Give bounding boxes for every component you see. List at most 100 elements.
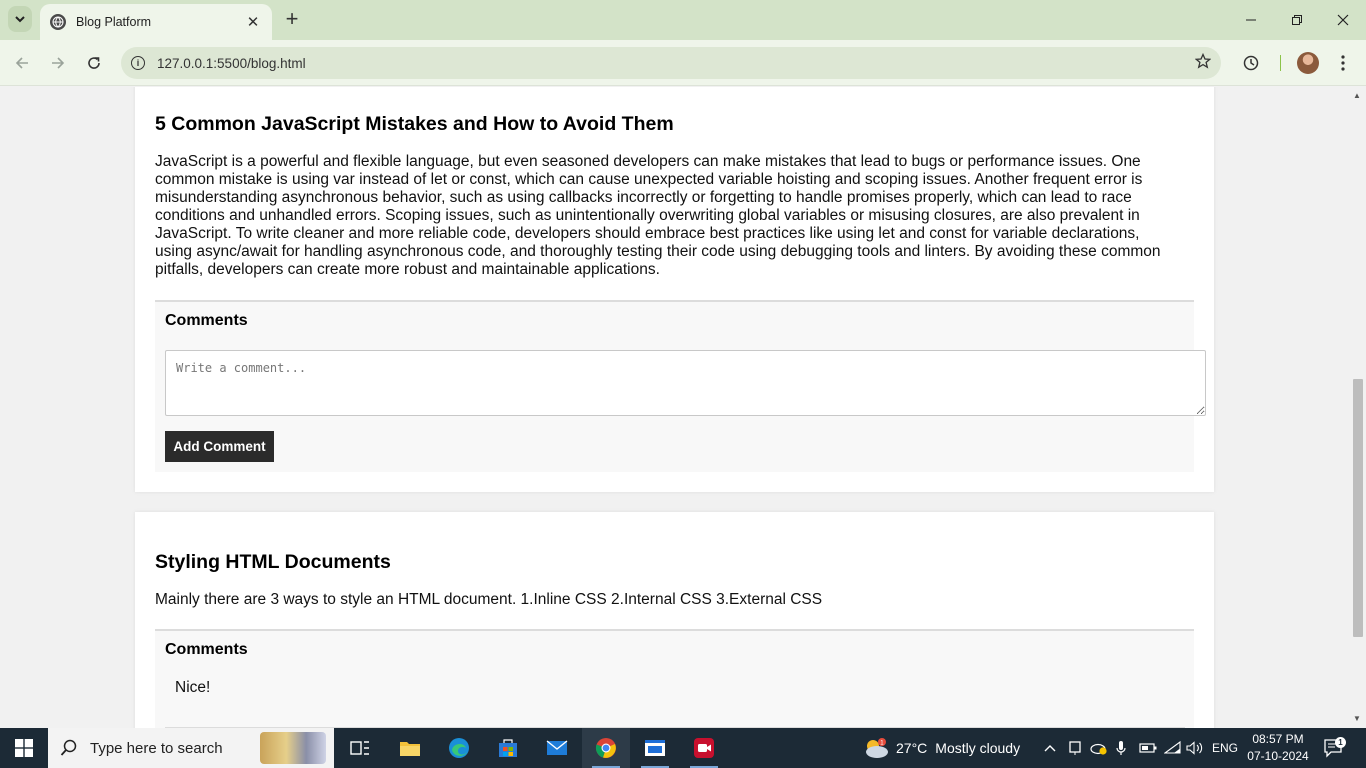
post-content-line: JavaScript is a powerful and flexible la… [155, 153, 1141, 170]
address-bar[interactable]: i 127.0.0.1:5500/blog.html [121, 47, 1221, 79]
post-content: JavaScript is a powerful and flexible la… [155, 153, 1195, 279]
start-button[interactable] [0, 728, 48, 768]
mail-button[interactable] [533, 728, 581, 768]
minimize-icon [1246, 19, 1256, 21]
post-content-line: using async/await for handling asynchron… [155, 243, 1161, 260]
more-vertical-icon [1341, 55, 1345, 71]
battery-icon [1139, 743, 1157, 753]
browser-toolbar: i 127.0.0.1:5500/blog.html [0, 40, 1366, 86]
taskbar-clock[interactable]: 08:57 PM 07-10-2024 [1244, 731, 1312, 765]
comments-heading: Comments [165, 312, 248, 329]
post-title: 5 Common JavaScript Mistakes and How to … [155, 113, 674, 135]
post-content-line: misunderstanding asynchronous behavior, … [155, 189, 1132, 206]
toolbar-divider [1280, 55, 1281, 71]
post-content-line: common mistake is using var instead of l… [155, 171, 1143, 188]
back-button[interactable] [10, 51, 34, 75]
arrow-right-icon [52, 57, 65, 69]
browser-menu-button[interactable] [1332, 52, 1354, 74]
store-icon [499, 739, 517, 757]
blog-post: 5 Common JavaScript Mistakes and How to … [135, 87, 1214, 492]
bookmark-star-icon[interactable] [1194, 52, 1212, 74]
wifi-icon [1164, 741, 1181, 754]
recorder-button[interactable] [680, 728, 728, 768]
page-scrollbar[interactable]: ▲ ▼ [1350, 87, 1366, 728]
window-app-icon [645, 740, 665, 756]
tray-volume-icon[interactable] [1186, 728, 1204, 768]
add-comment-button[interactable]: Add Comment [165, 431, 274, 462]
microphone-icon [1116, 741, 1126, 755]
restore-icon [1292, 15, 1302, 25]
restore-button[interactable] [1274, 0, 1320, 40]
edge-button[interactable] [435, 728, 483, 768]
tray-meet-icon[interactable] [1068, 728, 1082, 768]
cloud-warning-icon [1090, 743, 1107, 755]
weather-text: Mostly cloudy [935, 740, 1021, 756]
tray-onedrive-icon[interactable] [1090, 728, 1108, 768]
url-text: 127.0.0.1:5500/blog.html [157, 55, 306, 71]
search-icon [60, 739, 77, 756]
history-button[interactable] [1240, 52, 1262, 74]
post-content-line: JavaScript. To write cleaner and more re… [155, 225, 1140, 242]
comments-section: Comments Nice! [155, 629, 1194, 728]
taskbar-search[interactable]: Type here to search [48, 728, 334, 768]
forward-button[interactable] [46, 51, 70, 75]
scroll-up-icon[interactable]: ▲ [1353, 91, 1361, 100]
scroll-down-icon[interactable]: ▼ [1353, 714, 1361, 723]
scrollbar-thumb[interactable] [1353, 379, 1363, 637]
post-content-line: conditions and unhandled errors. Scoping… [155, 207, 1140, 224]
folder-icon [400, 742, 420, 756]
tab-close-icon[interactable]: ✕ [244, 13, 262, 31]
speaker-icon [1186, 741, 1203, 755]
mail-icon [546, 740, 568, 755]
chrome-button[interactable] [582, 728, 630, 768]
tab-title: Blog Platform [76, 15, 152, 29]
task-view-button[interactable] [336, 728, 384, 768]
task-view-icon [350, 741, 369, 755]
monitor-icon [1069, 741, 1081, 755]
language-indicator[interactable]: ENG [1212, 728, 1238, 768]
windows-logo-icon [15, 739, 33, 757]
new-tab-button[interactable]: + [282, 8, 302, 30]
weather-temp: 27°C [896, 740, 928, 756]
show-hidden-icons-button[interactable] [1043, 728, 1057, 768]
profile-avatar[interactable] [1297, 52, 1319, 74]
search-highlight-image [260, 732, 326, 764]
vscode-button[interactable] [631, 728, 679, 768]
notification-center-button[interactable]: 1 [1323, 737, 1346, 759]
arrow-left-icon [15, 57, 28, 69]
post-content-line: pitfalls, developers can create more rob… [155, 261, 660, 278]
blog-post: Styling HTML Documents Mainly there are … [135, 512, 1214, 728]
close-icon [1337, 14, 1349, 26]
comment-input[interactable] [165, 350, 1206, 416]
comments-heading: Comments [165, 641, 248, 658]
chevron-down-icon [15, 16, 25, 23]
chrome-icon [595, 738, 616, 758]
file-explorer-button[interactable] [386, 728, 434, 768]
tab-blog-platform[interactable]: Blog Platform ✕ [40, 4, 272, 40]
post-content: Mainly there are 3 ways to style an HTML… [155, 591, 823, 608]
close-window-button[interactable] [1320, 0, 1366, 40]
site-info-icon[interactable]: i [131, 56, 145, 70]
screen-recorder-icon [694, 738, 714, 758]
comments-section: Comments Add Comment [155, 300, 1206, 472]
clock-date: 07-10-2024 [1247, 749, 1309, 763]
tab-search-button[interactable] [8, 6, 32, 32]
weather-widget[interactable]: 1 27°C Mostly cloudy [862, 728, 1020, 768]
history-icon [1243, 55, 1259, 71]
post-title: Styling HTML Documents [155, 551, 391, 573]
cloudy-weather-icon: 1 [866, 738, 888, 758]
globe-icon [50, 14, 66, 30]
notification-count: 1 [1335, 737, 1346, 748]
microsoft-store-button[interactable] [484, 728, 532, 768]
minimize-button[interactable] [1228, 0, 1274, 40]
clock-time: 08:57 PM [1252, 732, 1304, 746]
tray-microphone-icon[interactable] [1115, 728, 1127, 768]
taskbar: Type here to search 1 27°C Mostly cloudy [0, 728, 1366, 768]
tab-strip: Blog Platform ✕ + [0, 0, 1366, 40]
search-placeholder: Type here to search [90, 739, 223, 757]
tray-battery-icon[interactable] [1139, 728, 1157, 768]
edge-icon [449, 738, 469, 758]
page-viewport: 5 Common JavaScript Mistakes and How to … [0, 87, 1350, 728]
tray-wifi-icon[interactable] [1164, 728, 1182, 768]
reload-button[interactable] [82, 51, 106, 75]
